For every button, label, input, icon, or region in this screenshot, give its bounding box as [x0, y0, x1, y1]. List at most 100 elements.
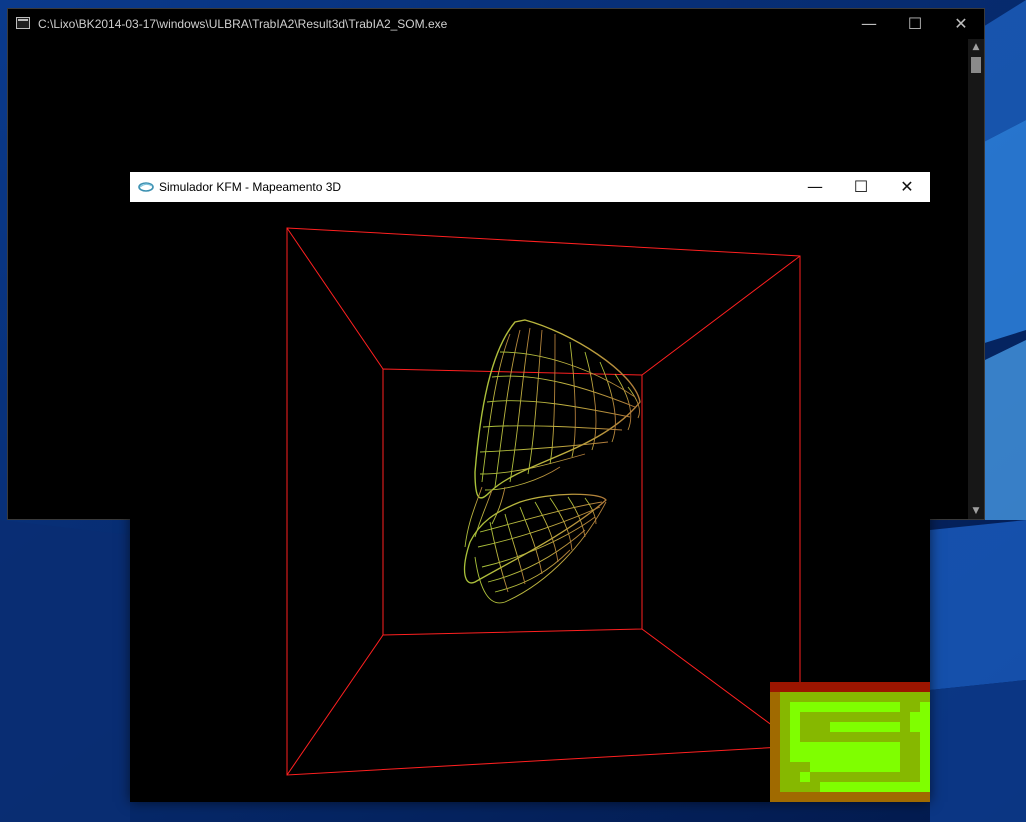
som-cell — [910, 702, 921, 713]
som-cell — [920, 752, 930, 763]
som-cell — [920, 692, 930, 703]
som-cell — [890, 712, 901, 723]
som-cell — [840, 782, 851, 793]
som-cell — [900, 772, 911, 783]
scrollbar-thumb[interactable] — [971, 57, 981, 73]
som-cell — [920, 722, 930, 733]
som-cell — [810, 692, 821, 703]
som-cell — [790, 742, 801, 753]
simulator-window: Simulador KFM - Mapeamento 3D — ☐ ✕ — [130, 172, 930, 802]
maximize-button[interactable]: ☐ — [838, 172, 884, 202]
som-cell — [900, 782, 911, 793]
som-cell — [810, 782, 821, 793]
som-cell — [770, 792, 781, 802]
som-cell — [920, 732, 930, 743]
maximize-button[interactable]: ☐ — [892, 9, 938, 39]
som-cell — [870, 682, 881, 693]
som-cell — [810, 742, 821, 753]
close-button[interactable]: ✕ — [938, 9, 984, 39]
som-cell — [880, 792, 891, 802]
som-cell — [920, 772, 930, 783]
som-cell — [850, 792, 861, 802]
som-cell — [910, 692, 921, 703]
som-cell — [880, 732, 891, 743]
som-cell — [910, 722, 921, 733]
som-cell — [810, 762, 821, 773]
som-cell — [780, 722, 791, 733]
som-cell — [890, 692, 901, 703]
som-cell — [910, 792, 921, 802]
som-cell — [770, 682, 781, 693]
som-cell — [910, 762, 921, 773]
som-cell — [780, 732, 791, 743]
vertical-scrollbar[interactable]: ▲ ▼ — [968, 39, 984, 519]
som-cell — [830, 732, 841, 743]
som-cell — [830, 712, 841, 723]
console-titlebar[interactable]: C:\Lixo\BK2014-03-17\windows\ULBRA\TrabI… — [8, 9, 984, 39]
som-cell — [810, 682, 821, 693]
som-cell — [790, 752, 801, 763]
som-cell — [880, 782, 891, 793]
som-cell — [780, 752, 791, 763]
som-cell — [770, 712, 781, 723]
som-cell — [900, 712, 911, 723]
som-cell — [880, 742, 891, 753]
som-cell — [900, 682, 911, 693]
som-cell — [820, 762, 831, 773]
som-cell — [900, 722, 911, 733]
som-cell — [850, 702, 861, 713]
som-cell — [840, 702, 851, 713]
som-cell — [840, 712, 851, 723]
simulator-titlebar[interactable]: Simulador KFM - Mapeamento 3D — ☐ ✕ — [130, 172, 930, 202]
som-cell — [900, 762, 911, 773]
som-cell — [830, 762, 841, 773]
som-cell — [820, 702, 831, 713]
som-cell — [780, 682, 791, 693]
som-cell — [850, 732, 861, 743]
som-cell — [800, 742, 811, 753]
som-cell — [870, 712, 881, 723]
som-cell — [810, 752, 821, 763]
som-cell — [800, 752, 811, 763]
som-cell — [840, 772, 851, 783]
som-cell — [910, 752, 921, 763]
som-cell — [820, 782, 831, 793]
som-cell — [850, 772, 861, 783]
minimize-button[interactable]: — — [792, 172, 838, 202]
som-cell — [800, 682, 811, 693]
som-cell — [820, 752, 831, 763]
3d-viewport[interactable] — [130, 202, 930, 802]
som-cell — [800, 732, 811, 743]
som-cell — [790, 772, 801, 783]
som-cell — [850, 692, 861, 703]
som-cell — [860, 752, 871, 763]
som-cell — [820, 742, 831, 753]
som-cell — [830, 722, 841, 733]
som-cell — [850, 742, 861, 753]
som-map-grid — [770, 682, 930, 802]
som-cell — [810, 732, 821, 743]
som-cell — [770, 732, 781, 743]
som-cell — [850, 782, 861, 793]
close-button[interactable]: ✕ — [884, 172, 930, 202]
som-cell — [790, 712, 801, 723]
som-cell — [770, 692, 781, 703]
som-cell — [810, 722, 821, 733]
som-cell — [910, 782, 921, 793]
som-cell — [800, 782, 811, 793]
som-cell — [850, 712, 861, 723]
som-cell — [900, 792, 911, 802]
som-cell — [910, 712, 921, 723]
scroll-down-arrow-icon[interactable]: ▼ — [968, 503, 984, 519]
som-cell — [870, 772, 881, 783]
som-cell — [790, 692, 801, 703]
som-cell — [860, 712, 871, 723]
som-cell — [870, 782, 881, 793]
som-cell — [890, 782, 901, 793]
scroll-up-arrow-icon[interactable]: ▲ — [968, 39, 984, 55]
opengl-app-icon — [138, 182, 154, 192]
som-cell — [780, 782, 791, 793]
minimize-button[interactable]: — — [846, 9, 892, 39]
som-cell — [830, 792, 841, 802]
som-cell — [790, 702, 801, 713]
